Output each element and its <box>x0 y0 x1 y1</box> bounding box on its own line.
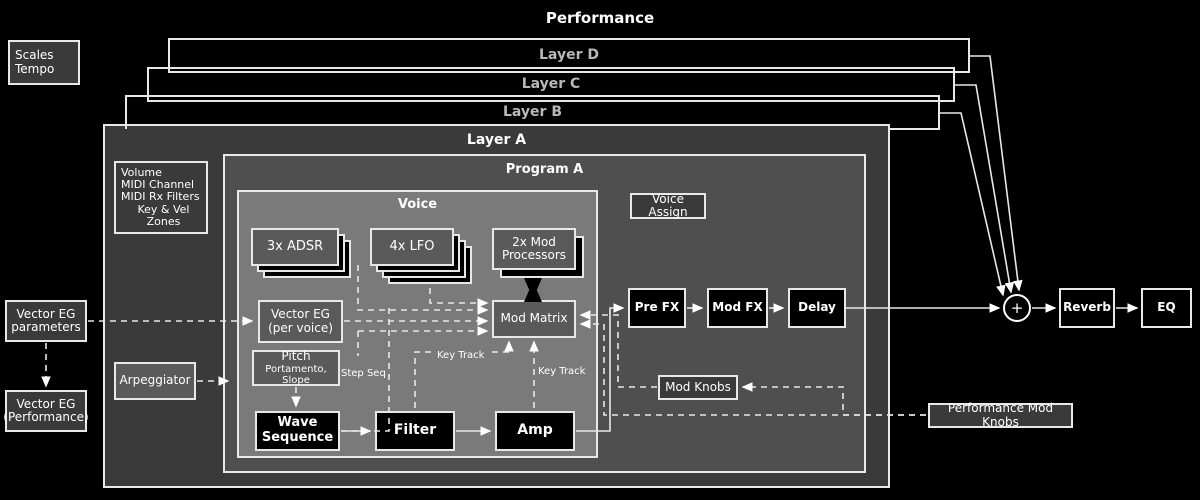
arpeggiator-box[interactable]: Arpeggiator <box>114 362 196 400</box>
key-track-amp-label: Key Track <box>538 366 586 377</box>
vector-eg-parameters-box[interactable]: Vector EG parameters <box>5 300 87 342</box>
page-title-text: Performance <box>545 9 655 27</box>
voice-assign-box[interactable]: Voice Assign <box>630 191 706 219</box>
vector-eg-per-voice-line2: (per voice) <box>268 320 333 335</box>
mod-knobs-box[interactable]: Mod Knobs <box>658 375 738 400</box>
mod-matrix-box[interactable]: Mod Matrix <box>492 300 576 338</box>
filter-box[interactable]: Filter <box>375 411 455 451</box>
vector-eg-performance-line1: Vector EG <box>16 396 76 411</box>
key-track-filter-label: Key Track <box>437 350 485 361</box>
mod-processors-box[interactable]: 2x Mod Processors <box>492 228 576 270</box>
arpeggiator-label: Arpeggiator <box>119 373 191 388</box>
page-title: Performance <box>0 8 1200 27</box>
layer-setting-midi-rx-filters: MIDI Rx Filters <box>121 190 200 204</box>
mod-processors-stack[interactable]: 2x Mod Processors <box>492 228 588 278</box>
mod-processors-label-line1: 2x Mod <box>512 234 556 249</box>
delay-box[interactable]: Delay <box>788 288 846 328</box>
layer-settings-box[interactable]: Volume MIDI Channel MIDI Rx Filters Key … <box>114 161 208 234</box>
mod-fx-label: Mod FX <box>712 300 763 315</box>
wave-sequence-line2: Sequence <box>261 430 334 445</box>
scales-tempo-box[interactable]: Scales Tempo <box>8 40 80 85</box>
layer-c-label: Layer C <box>521 75 581 92</box>
scales-label: Scales <box>15 48 54 63</box>
mod-knobs-label: Mod Knobs <box>665 379 731 394</box>
tempo-label: Tempo <box>15 61 55 76</box>
pitch-sublabel: Portamento, Slope <box>265 363 327 386</box>
pre-fx-box[interactable]: Pre FX <box>628 288 686 328</box>
layer-a-label: Layer A <box>466 132 527 148</box>
summing-node: + <box>1003 294 1031 322</box>
performance-mod-knobs-label: Performance Mod Knobs <box>947 401 1054 429</box>
step-seq-label: Step Seq <box>341 368 386 379</box>
lfo-label: 4x LFO <box>389 238 435 254</box>
performance-mod-knobs-box[interactable]: Performance Mod Knobs <box>928 401 1073 429</box>
layer-setting-key-vel-zones: Key & Vel Zones <box>137 202 190 228</box>
pre-fx-label: Pre FX <box>634 300 680 315</box>
delay-label: Delay <box>798 300 836 315</box>
vector-eg-parameters-line2: parameters <box>11 320 81 334</box>
wave-sequence-line1: Wave <box>277 415 318 431</box>
vector-eg-per-voice-box[interactable]: Vector EG (per voice) <box>258 300 343 343</box>
amp-box[interactable]: Amp <box>495 411 575 451</box>
eq-box[interactable]: EQ <box>1141 288 1192 328</box>
pitch-box[interactable]: Pitch Portamento, Slope <box>252 349 340 386</box>
mod-matrix-label: Mod Matrix <box>500 311 568 326</box>
pitch-label: Pitch <box>281 349 311 364</box>
amp-label: Amp <box>517 422 553 439</box>
lfo-stack[interactable]: 4x LFO <box>370 228 475 284</box>
eq-label: EQ <box>1157 300 1176 315</box>
summing-plus-icon: + <box>1010 298 1024 317</box>
mod-processors-label-line2: Processors <box>501 248 567 262</box>
vector-eg-parameters-line1: Vector EG <box>16 306 76 321</box>
voice-assign-label: Voice Assign <box>648 191 688 219</box>
adsr-box[interactable]: 3x ADSR <box>251 228 339 266</box>
layer-b-label: Layer B <box>502 103 562 120</box>
vector-eg-performance-box[interactable]: Vector EG (Performance) <box>3 390 89 432</box>
wave-sequence-box[interactable]: Wave Sequence <box>255 411 340 451</box>
voice-label: Voice <box>397 197 438 212</box>
program-a-label: Program A <box>505 162 584 177</box>
lfo-box[interactable]: 4x LFO <box>370 228 454 266</box>
mod-fx-box[interactable]: Mod FX <box>707 288 768 328</box>
reverb-box[interactable]: Reverb <box>1059 288 1115 328</box>
filter-label: Filter <box>393 422 437 439</box>
adsr-stack[interactable]: 3x ADSR <box>251 228 351 278</box>
vector-eg-per-voice-line1: Vector EG <box>271 307 330 322</box>
vector-eg-performance-line2: (Performance) <box>3 410 89 424</box>
adsr-label: 3x ADSR <box>266 238 324 254</box>
reverb-label: Reverb <box>1063 300 1111 315</box>
layer-d-label: Layer D <box>539 46 599 63</box>
